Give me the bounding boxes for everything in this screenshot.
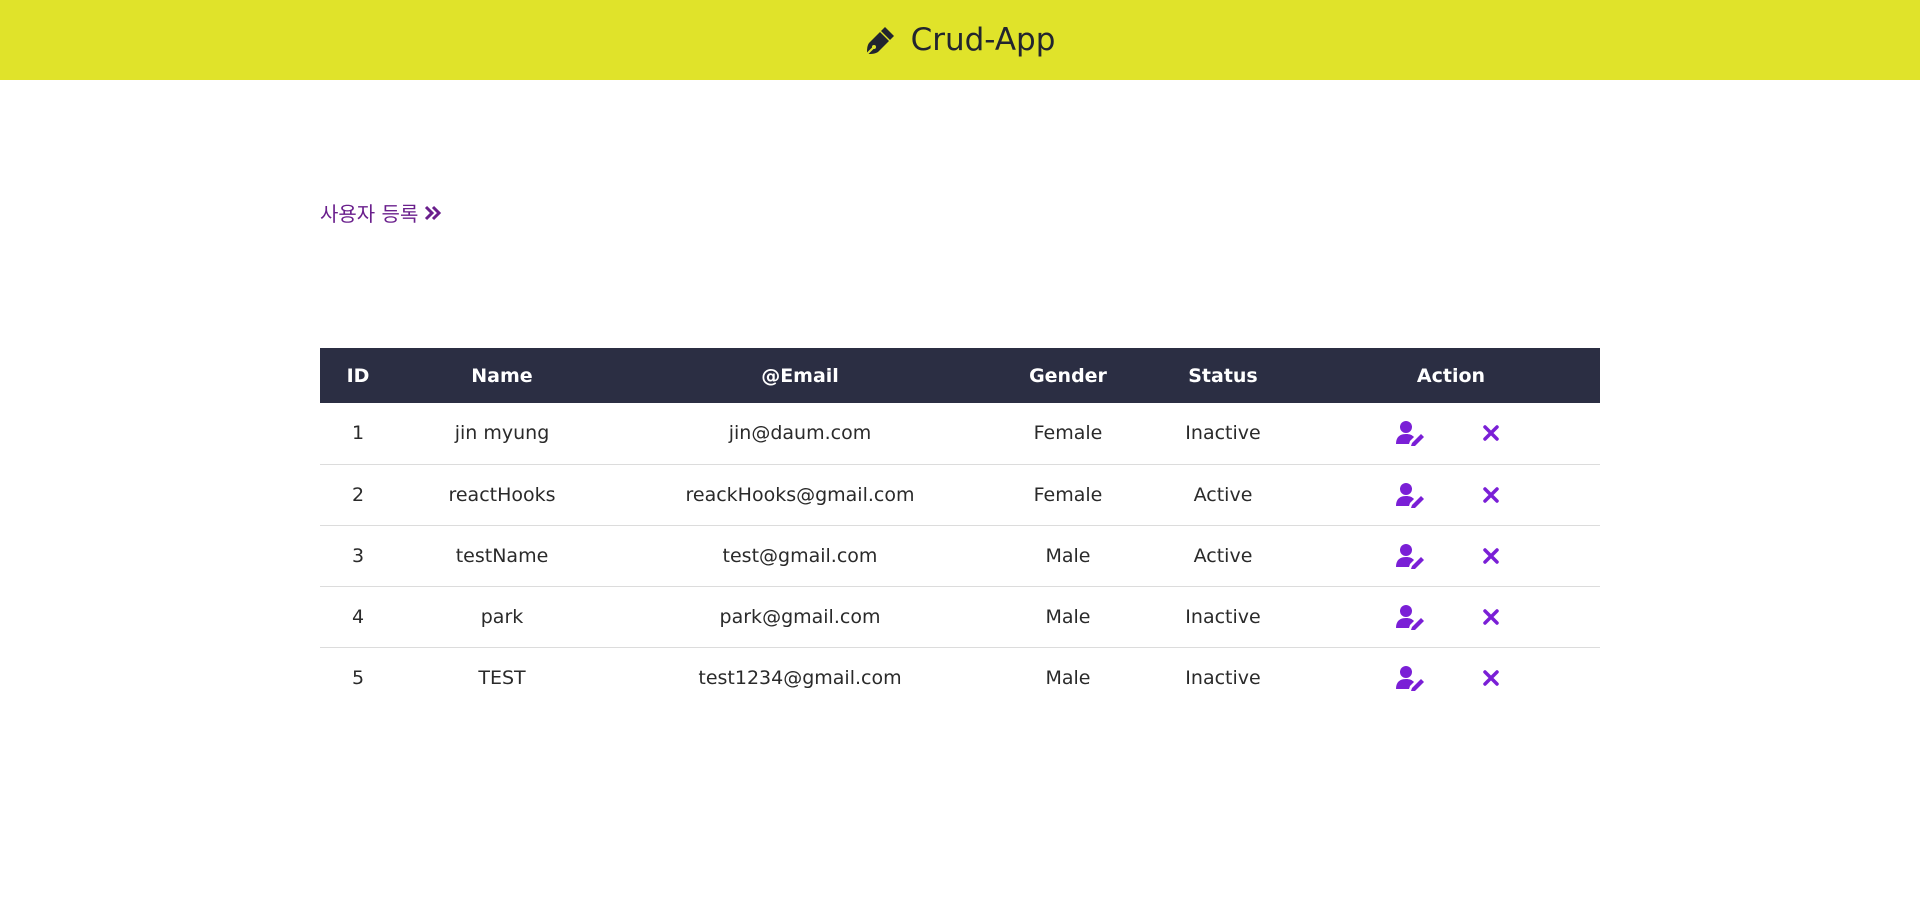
cell-gender: Female (1033, 422, 1103, 445)
user-edit-icon (1396, 543, 1426, 569)
user-edit-icon (1396, 665, 1426, 691)
delete-user-button[interactable] (1476, 418, 1506, 448)
cell-name: jin myung (454, 422, 550, 445)
column-header-gender: Gender (1029, 364, 1107, 387)
edit-user-button[interactable] (1396, 418, 1426, 448)
cell-id: 1 (351, 422, 365, 445)
column-header-id: ID (346, 364, 370, 387)
delete-user-button[interactable] (1476, 541, 1506, 571)
row-actions (1302, 418, 1600, 448)
column-header-action: Action (1416, 364, 1486, 387)
column-header-name: Name (471, 364, 533, 387)
column-header-email: @Email (761, 364, 839, 387)
cell-status: Inactive (1185, 605, 1261, 628)
cell-name: reactHooks (448, 483, 556, 506)
edit-user-button[interactable] (1396, 602, 1426, 632)
edit-user-button[interactable] (1396, 663, 1426, 693)
pen-icon (865, 24, 897, 56)
close-icon (1483, 608, 1499, 625)
cell-status: Active (1193, 483, 1253, 506)
column-header-status: Status (1188, 364, 1258, 387)
cell-status: Inactive (1185, 666, 1261, 689)
add-user-label: 사용자 등록 (320, 202, 419, 226)
row-actions (1302, 541, 1600, 571)
cell-id: 4 (351, 605, 365, 628)
app-title: Crud-App (910, 22, 1056, 58)
cell-status: Active (1193, 544, 1253, 567)
row-actions (1302, 480, 1600, 510)
row-actions (1302, 602, 1600, 632)
cell-actions (1302, 647, 1600, 708)
cell-name: park (480, 605, 524, 628)
table-row: 2 reactHooks reackHooks@gmail.com Female… (320, 464, 1600, 525)
cell-email: test1234@gmail.com (698, 666, 902, 689)
main-content: 사용자 등록 ID Name @Email Gender Status Acti… (0, 80, 1920, 900)
table-row: 3 testName test@gmail.com Male Active (320, 525, 1600, 586)
cell-actions (1302, 586, 1600, 647)
delete-user-button[interactable] (1476, 602, 1506, 632)
edit-user-button[interactable] (1396, 541, 1426, 571)
row-actions (1302, 663, 1600, 693)
cell-id: 2 (351, 483, 365, 506)
delete-user-button[interactable] (1476, 480, 1506, 510)
cell-gender: Female (1033, 483, 1103, 506)
double-chevron-right-icon (424, 205, 442, 221)
edit-user-button[interactable] (1396, 480, 1426, 510)
table-header-row: ID Name @Email Gender Status Action (320, 348, 1600, 403)
cell-actions (1302, 403, 1600, 464)
cell-email: jin@daum.com (728, 422, 872, 445)
cell-gender: Male (1045, 544, 1091, 567)
user-edit-icon (1396, 420, 1426, 447)
cell-actions (1302, 525, 1600, 586)
table-row: 1 jin myung jin@daum.com Female Inactive (320, 403, 1600, 464)
close-icon (1483, 425, 1499, 441)
add-user-link[interactable]: 사용자 등록 (320, 198, 442, 227)
user-edit-icon (1396, 604, 1426, 630)
cell-name: TEST (478, 666, 526, 689)
users-table-wrapper: ID Name @Email Gender Status Action 1 ji… (320, 348, 1600, 708)
cell-actions (1302, 464, 1600, 525)
cell-id: 5 (351, 666, 365, 689)
close-icon (1483, 486, 1499, 503)
users-table: ID Name @Email Gender Status Action 1 ji… (320, 348, 1600, 708)
cell-gender: Male (1045, 666, 1091, 689)
cell-id: 3 (351, 544, 365, 567)
brand[interactable]: Crud-App (865, 22, 1056, 58)
user-edit-icon (1396, 482, 1426, 508)
cell-email: park@gmail.com (719, 605, 881, 628)
cell-name: testName (455, 544, 549, 567)
cell-status: Inactive (1185, 422, 1261, 445)
app-header: Crud-App (0, 0, 1920, 80)
cell-gender: Male (1045, 605, 1091, 628)
cell-email: test@gmail.com (722, 544, 878, 567)
table-row: 4 park park@gmail.com Male Inactive (320, 586, 1600, 647)
delete-user-button[interactable] (1476, 663, 1506, 693)
cell-email: reackHooks@gmail.com (685, 483, 915, 506)
close-icon (1483, 670, 1499, 686)
close-icon (1483, 547, 1499, 564)
table-row: 5 TEST test1234@gmail.com Male Inactive (320, 647, 1600, 708)
